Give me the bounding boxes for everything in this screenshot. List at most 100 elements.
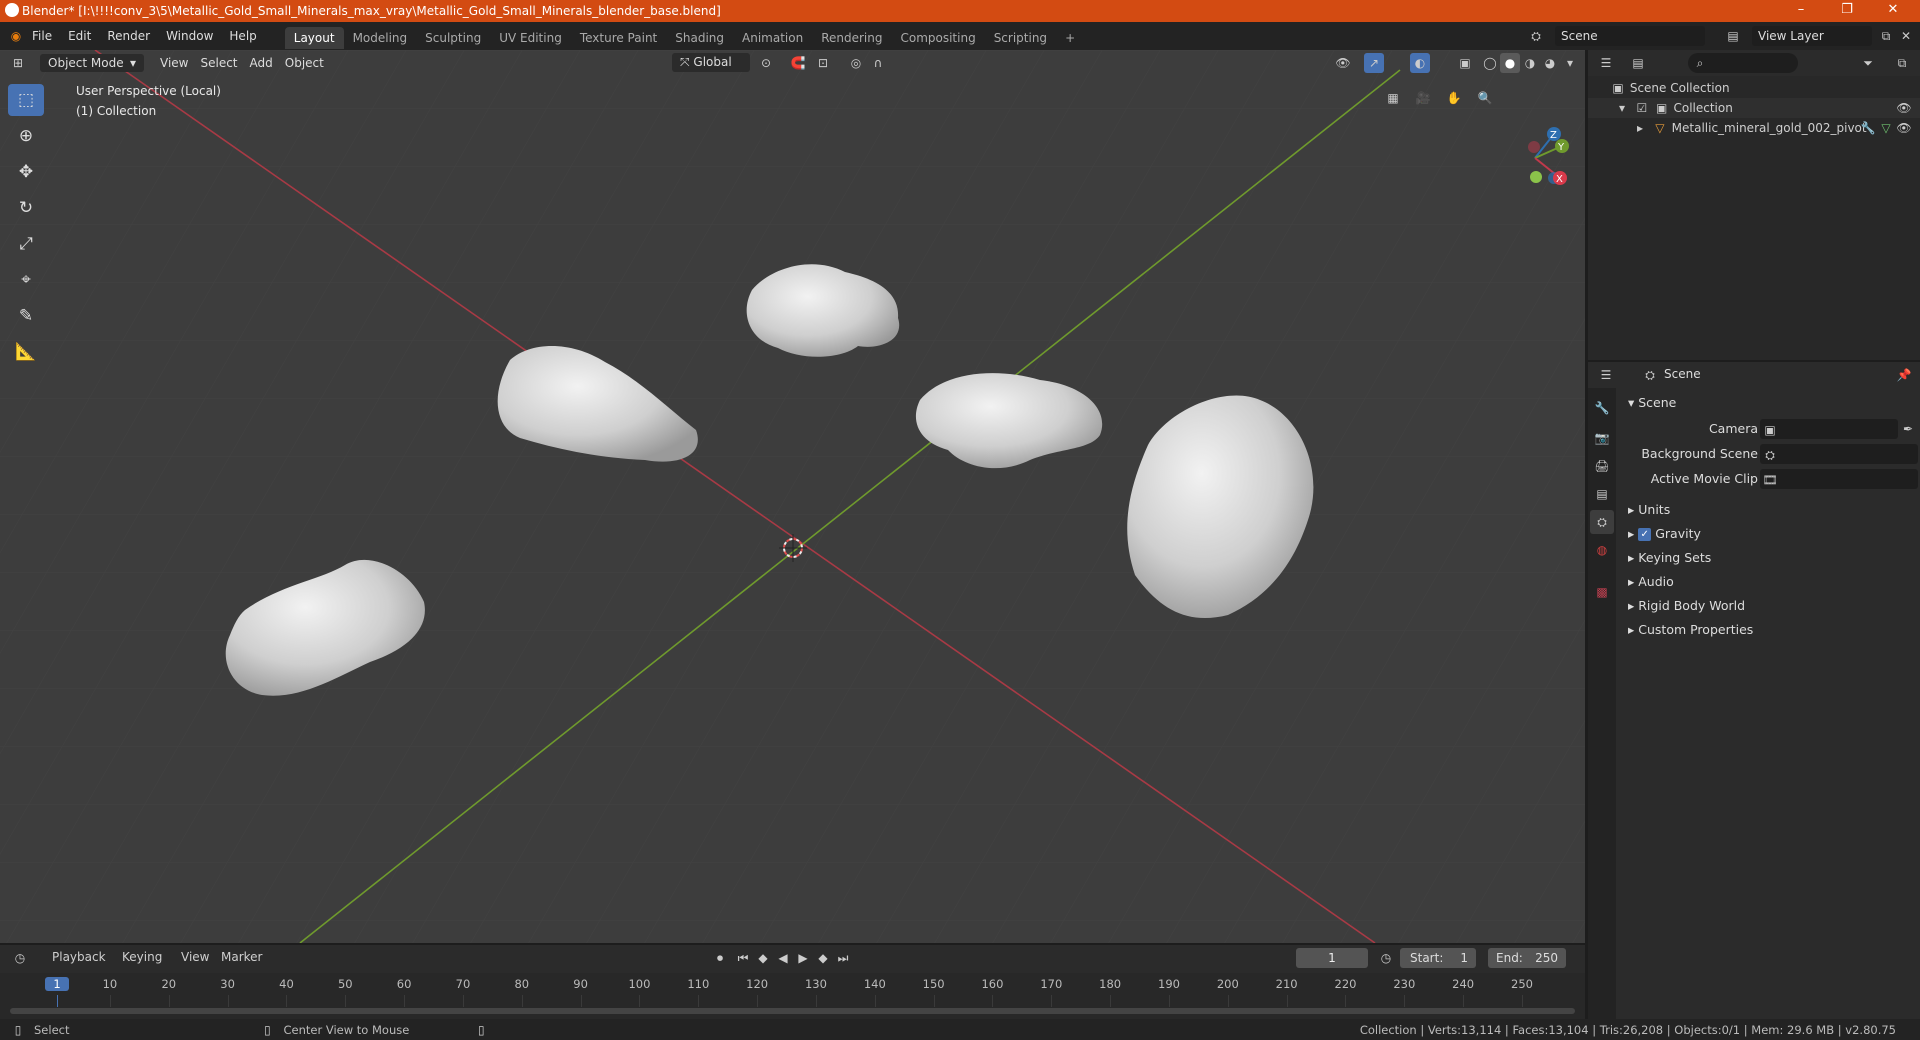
menu-render[interactable]: Render <box>99 22 158 50</box>
minimize-button[interactable]: – <box>1778 0 1824 22</box>
new-view-layer-icon[interactable]: ⧉ <box>1878 28 1894 44</box>
pivot-point-icon[interactable]: ⊙ <box>758 55 774 71</box>
remove-view-layer-icon[interactable]: ✕ <box>1898 28 1914 44</box>
zoom-icon[interactable]: 🔍 <box>1477 90 1493 106</box>
eyedropper-icon[interactable]: ✒ <box>1900 421 1916 437</box>
active-movie-clip-field[interactable]: 🎞 <box>1760 469 1918 489</box>
tab-rendering[interactable]: Rendering <box>812 27 891 49</box>
select-box-tool[interactable]: ⬚ <box>8 84 44 116</box>
background-scene-field[interactable]: ⛭ <box>1760 444 1918 464</box>
pin-icon[interactable]: 📌 <box>1896 367 1912 383</box>
eye-icon[interactable]: 👁 <box>1896 120 1912 136</box>
scale-tool[interactable]: ⤢ <box>8 228 44 260</box>
tab-texture-paint[interactable]: Texture Paint <box>571 27 666 49</box>
custom-properties-section[interactable]: ▸ Custom Properties <box>1628 619 1918 641</box>
timeline-menu-keying[interactable]: Keying <box>122 950 162 964</box>
measure-tool[interactable]: 📐 <box>8 336 44 368</box>
eye-icon[interactable]: 👁 <box>1896 100 1912 116</box>
tab-animation[interactable]: Animation <box>733 27 812 49</box>
tab-compositing[interactable]: Compositing <box>891 27 984 49</box>
menu-help[interactable]: Help <box>221 22 264 50</box>
view-layer-field[interactable]: View Layer <box>1752 26 1872 46</box>
preview-range-icon[interactable]: ◷ <box>1378 950 1394 966</box>
move-tool[interactable]: ✥ <box>8 156 44 188</box>
outliner-search-input[interactable]: ⌕ <box>1688 53 1798 73</box>
tab-layout[interactable]: Layout <box>284 26 344 49</box>
gravity-section[interactable]: ▸ ✓ Gravity <box>1628 523 1918 545</box>
material-shading-icon[interactable]: ◑ <box>1522 55 1538 71</box>
expand-arrow-icon[interactable]: ▸ <box>1632 120 1648 136</box>
menu-window[interactable]: Window <box>158 22 221 50</box>
camera-view-icon[interactable]: 🎥 <box>1415 90 1431 106</box>
add-workspace-button[interactable]: + <box>1056 27 1084 49</box>
tab-modeling[interactable]: Modeling <box>344 27 417 49</box>
outliner-row-collection[interactable]: ▾ ☑ ▣ Collection 👁 <box>1588 98 1920 118</box>
new-collection-icon[interactable]: ⧉ <box>1894 55 1910 71</box>
show-overlays-button[interactable]: ◐ <box>1410 53 1430 73</box>
orientation-dropdown[interactable]: ⤧ Global <box>672 53 750 72</box>
tab-shading[interactable]: Shading <box>666 27 733 49</box>
start-frame-field[interactable]: Start: 1 <box>1400 948 1476 968</box>
blender-menu-icon[interactable]: ◉ <box>8 28 24 44</box>
timeline-editor-type-icon[interactable]: ◷ <box>12 950 28 966</box>
audio-section[interactable]: ▸ Audio <box>1628 571 1918 593</box>
snap-icon[interactable]: 🧲 <box>790 55 806 71</box>
tab-uv-editing[interactable]: UV Editing <box>490 27 571 49</box>
viewport-menu-object[interactable]: Object <box>279 56 330 70</box>
rendered-shading-icon[interactable]: ◕ <box>1542 55 1558 71</box>
3d-viewport[interactable]: Z Y X User Perspective (Local) (1) Colle… <box>0 50 1585 943</box>
filter-icon[interactable]: ⏷ <box>1860 55 1876 71</box>
scene-selector-icon[interactable]: ⛭ <box>1528 28 1544 44</box>
falloff-icon[interactable]: ∩ <box>870 55 886 71</box>
rigid-body-world-section[interactable]: ▸ Rigid Body World <box>1628 595 1918 617</box>
timeline-menu-view[interactable]: View <box>181 950 209 964</box>
scene-tab-button[interactable]: ⛭ <box>1590 510 1614 534</box>
menu-file[interactable]: File <box>24 22 60 50</box>
viewport-menu-add[interactable]: Add <box>244 56 279 70</box>
proportional-edit-icon[interactable]: ◎ <box>848 55 864 71</box>
timeline-menu-marker[interactable]: Marker <box>221 950 262 964</box>
outliner-row-scene-collection[interactable]: ▣ Scene Collection <box>1588 78 1920 98</box>
tab-sculpting[interactable]: Sculpting <box>416 27 490 49</box>
display-mode-icon[interactable]: ▤ <box>1630 55 1646 71</box>
collection-checkbox-icon[interactable]: ☑ <box>1634 100 1650 116</box>
timeline-scrollbar[interactable] <box>10 1008 1575 1014</box>
current-frame-field[interactable]: 1 <box>1296 948 1368 968</box>
next-keyframe-icon[interactable]: ◆ <box>815 950 831 966</box>
record-icon[interactable]: ⏺ <box>712 950 728 966</box>
menu-edit[interactable]: Edit <box>60 22 99 50</box>
outliner-row-object[interactable]: ▸ ▽ Metallic_mineral_gold_002_pivot 🔧 ▽ … <box>1588 118 1920 138</box>
show-gizmo-button[interactable]: ↗ <box>1364 53 1384 73</box>
tool-tab-icon[interactable]: 🔧 <box>1594 400 1610 416</box>
end-frame-field[interactable]: End: 250 <box>1488 948 1566 968</box>
view-layer-tab-icon[interactable]: ▤ <box>1594 486 1610 502</box>
snap-target-icon[interactable]: ⊡ <box>815 55 831 71</box>
jump-end-icon[interactable]: ⏭ <box>835 950 851 966</box>
pan-hand-icon[interactable]: ✋ <box>1446 90 1462 106</box>
outliner-editor-type-icon[interactable]: ☰ <box>1598 55 1614 71</box>
play-reverse-icon[interactable]: ◀ <box>775 950 791 966</box>
keying-sets-section[interactable]: ▸ Keying Sets <box>1628 547 1918 569</box>
render-tab-icon[interactable]: 📷 <box>1594 430 1610 446</box>
gravity-checkbox[interactable]: ✓ <box>1638 528 1652 541</box>
jump-start-icon[interactable]: ⏮ <box>735 950 751 966</box>
cursor-tool[interactable]: ⊕ <box>8 120 44 152</box>
annotate-tool[interactable]: ✎ <box>8 300 44 332</box>
world-tab-icon[interactable]: ◍ <box>1594 542 1610 558</box>
close-button[interactable]: ✕ <box>1870 0 1916 22</box>
object-mode-dropdown[interactable]: Object Mode ▾ <box>40 54 144 72</box>
properties-editor-type-icon[interactable]: ☰ <box>1598 367 1614 383</box>
output-tab-icon[interactable]: 🖨 <box>1594 458 1610 474</box>
solid-shading-button[interactable]: ● <box>1500 53 1520 73</box>
expand-arrow-icon[interactable]: ▾ <box>1614 100 1630 116</box>
modifier-wrench-icon[interactable]: 🔧 <box>1860 120 1876 136</box>
camera-field[interactable]: ▣ <box>1760 419 1898 439</box>
view-layer-icon[interactable]: ▤ <box>1725 28 1741 44</box>
viewport-menu-select[interactable]: Select <box>194 56 243 70</box>
xray-icon[interactable]: ▣ <box>1457 55 1473 71</box>
object-visibility-icon[interactable]: 👁 <box>1335 55 1351 71</box>
editor-type-icon[interactable]: ⊞ <box>10 55 26 71</box>
prev-keyframe-icon[interactable]: ◆ <box>755 950 771 966</box>
scene-section-header[interactable]: ▾ Scene <box>1628 392 1918 414</box>
shading-options-icon[interactable]: ▾ <box>1562 55 1578 71</box>
